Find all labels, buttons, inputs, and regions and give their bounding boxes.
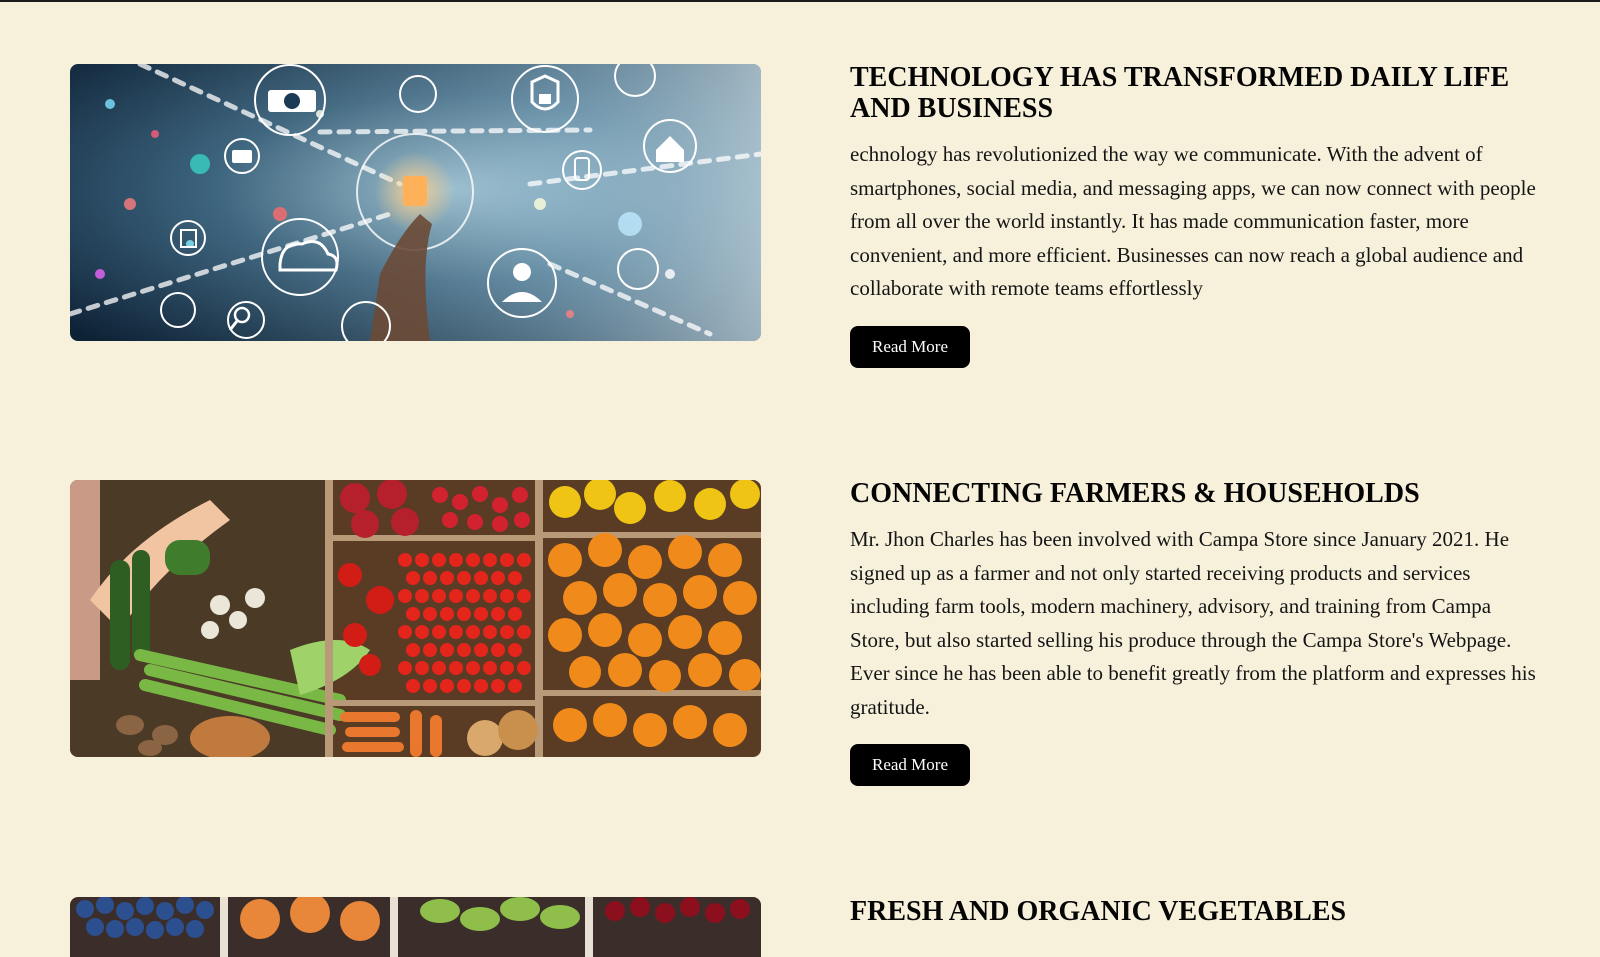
read-more-button[interactable]: Read More: [850, 325, 971, 368]
produce-crates-image: [70, 480, 761, 757]
article-title: FRESH AND ORGANIC VEGETABLES: [850, 896, 1347, 927]
technology-image: [70, 64, 761, 341]
top-border: [0, 0, 1600, 2]
article-title: CONNECTING FARMERS & HOUSEHOLDS: [850, 478, 1420, 509]
article-body: Mr. Jhon Charles has been involved with …: [850, 527, 1536, 719]
fruit-bowls-image: [70, 897, 761, 957]
read-more-button[interactable]: Read More: [850, 744, 971, 786]
article-body: echnology has revolutionized the way we …: [850, 142, 1536, 300]
article-title: TECHNOLOGY HAS TRANSFORMED DAILY LIFE AN…: [850, 62, 1510, 124]
